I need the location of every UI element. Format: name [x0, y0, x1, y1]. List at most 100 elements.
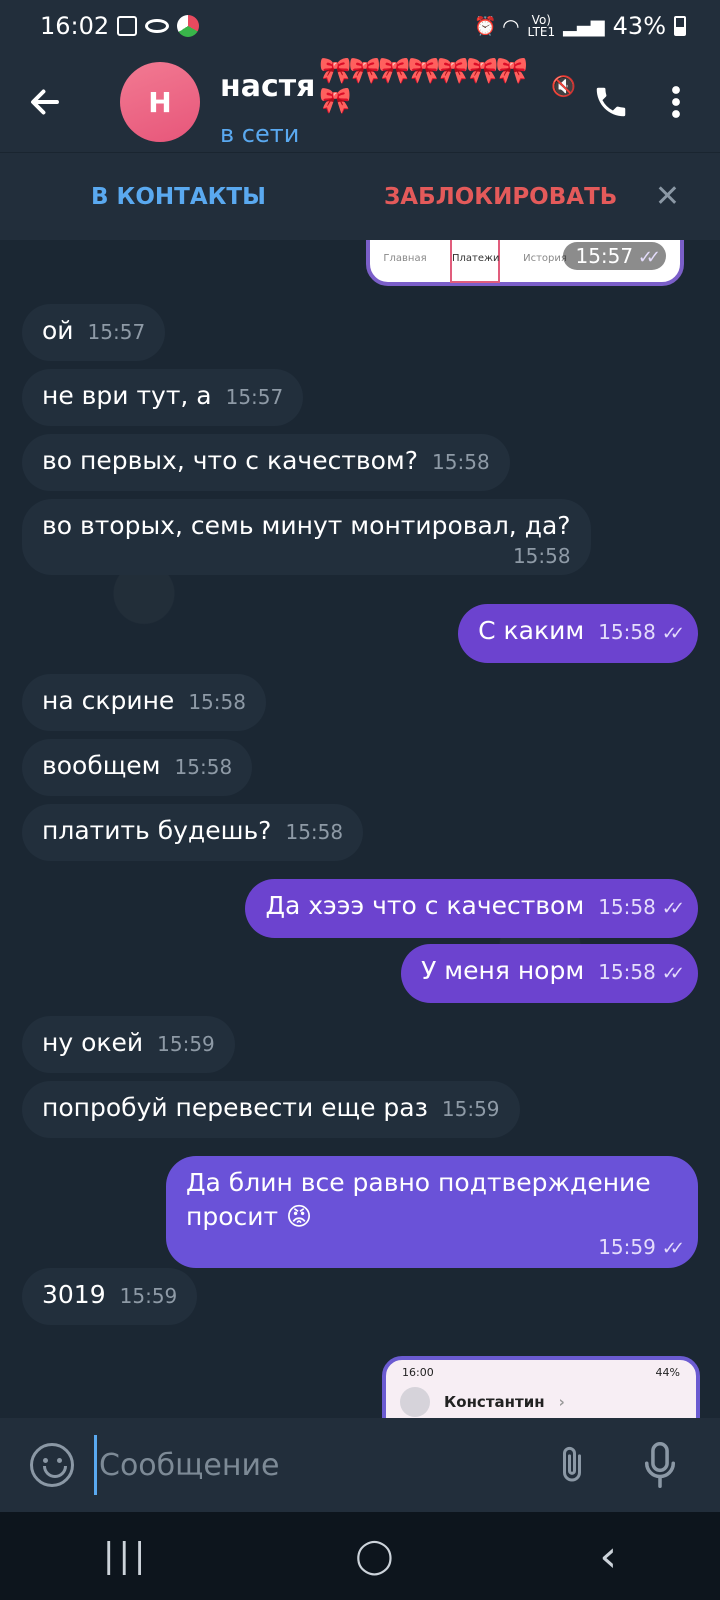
message-bubble[interactable]: ну окей 15:59 — [22, 1016, 235, 1073]
message-bubble[interactable]: платить будешь? 15:58 — [22, 804, 364, 861]
back-button[interactable] — [0, 52, 90, 152]
alarm-icon: ⏰ — [474, 16, 497, 37]
avatar — [400, 1387, 430, 1417]
more-menu-button[interactable] — [646, 67, 706, 137]
signal-icon: ▂▄▆ — [563, 15, 605, 37]
read-ticks-icon: ✓✓ — [661, 963, 685, 984]
time-text: 15:57 — [575, 244, 634, 268]
message-composer — [0, 1418, 720, 1512]
contact-action-bar: В КОНТАКТЫ ЗАБЛОКИРОВАТЬ ✕ — [0, 152, 720, 240]
ring-icon — [145, 19, 170, 33]
message-list[interactable]: Главная Платежи История 15:57 ✓✓ ой 15:57… — [0, 240, 720, 1418]
message-text: платить будешь? — [42, 816, 272, 845]
voice-record-button[interactable] — [638, 1439, 682, 1491]
message-text: 3019 — [42, 1280, 106, 1309]
status-bar: 16:02 ⏰ ◠ Vo) LTE1 ▂▄▆ 43% — [0, 0, 720, 52]
message-bubble[interactable]: на скрине 15:58 — [22, 674, 266, 731]
message-input[interactable] — [94, 1435, 550, 1495]
add-to-contacts-button[interactable]: В КОНТАКТЫ — [91, 184, 266, 210]
chat-title-block[interactable]: настя 🎀🎀🎀🎀🎀🎀🎀🎀 🔇 в сети — [220, 56, 576, 148]
phone-icon — [596, 87, 626, 117]
close-icon[interactable]: ✕ — [655, 179, 680, 214]
message-text: ну окей — [42, 1028, 144, 1057]
recent-apps-button[interactable]: ||| — [103, 1536, 149, 1576]
avatar[interactable]: Н — [120, 62, 200, 142]
message-text: ой — [42, 316, 74, 345]
message-bubble[interactable]: попробуй перевести еще раз 15:59 — [22, 1081, 520, 1138]
screenshot-tab: Главная — [383, 252, 427, 264]
message-time: 15:58 — [598, 960, 656, 984]
battery-icon — [674, 16, 686, 36]
status-time: 16:02 — [40, 12, 110, 40]
message-text: попробуй перевести еще раз — [42, 1093, 428, 1122]
contact-name-text: настя — [220, 68, 316, 104]
name-decoration: 🎀🎀🎀🎀🎀🎀🎀🎀 — [319, 56, 528, 116]
battery-percent: 43% — [612, 12, 666, 40]
screenshot-time: 16:00 — [402, 1366, 434, 1379]
system-navigation-bar: ||| ◯ ‹ — [0, 1512, 720, 1600]
screenshot-tab: Платежи — [450, 240, 500, 283]
message-bubble[interactable]: во первых, что с качеством? 15:58 — [22, 434, 510, 491]
online-status: в сети — [220, 120, 300, 148]
message-text: просит 😡 — [186, 1202, 313, 1231]
message-time: 15:57 — [87, 320, 146, 344]
message-text: Да хэээ что с качеством — [265, 891, 585, 920]
message-bubble[interactable]: 3019 15:59 — [22, 1268, 198, 1325]
image-timestamp: 15:57 ✓✓ — [563, 242, 666, 270]
message-bubble[interactable]: Да хэээ что с качеством 15:58 ✓✓ — [245, 879, 698, 938]
message-time: 15:58 — [432, 450, 490, 474]
message-time: 15:59 — [119, 1284, 178, 1308]
gallery-icon — [117, 16, 138, 36]
message-time: 15:58 — [174, 755, 233, 779]
read-ticks-icon: ✓✓ — [661, 898, 685, 919]
message-bubble[interactable]: не ври тут, а 15:57 — [22, 369, 304, 426]
message-text: С каким — [478, 616, 585, 645]
lte-label: LTE1 — [527, 25, 556, 39]
image-message-top[interactable]: Главная Платежи История 15:57 ✓✓ — [366, 240, 684, 286]
message-bubble[interactable]: У меня норм 15:58 ✓✓ — [401, 944, 698, 1003]
paperclip-icon — [563, 1446, 581, 1482]
message-text: во вторых, семь минут монтировал, да? — [42, 511, 571, 540]
read-ticks-icon: ✓✓ — [661, 623, 685, 644]
message-time: 15:58 — [512, 544, 571, 568]
image-message-bottom[interactable]: 16:00 44% Константин › — [382, 1356, 700, 1418]
chat-header: Н настя 🎀🎀🎀🎀🎀🎀🎀🎀 🔇 в сети — [0, 52, 720, 152]
screenshot-contact-name: Константин — [444, 1393, 545, 1411]
message-time: 15:59 — [157, 1032, 215, 1056]
wifi-icon: ◠ — [502, 14, 520, 38]
contact-name: настя 🎀🎀🎀🎀🎀🎀🎀🎀 🔇 — [220, 56, 576, 116]
message-text: не ври тут, а — [42, 381, 212, 410]
message-time: 15:58 — [188, 690, 246, 714]
message-time: 15:57 — [225, 385, 284, 409]
message-text: Да блин все равно подтверждение — [186, 1168, 651, 1197]
block-user-button[interactable]: ЗАБЛОКИРОВАТЬ — [384, 184, 617, 210]
attach-button[interactable] — [541, 1434, 603, 1496]
screenshot-battery: 44% — [655, 1366, 680, 1379]
microphone-icon — [644, 1442, 676, 1488]
message-bubble[interactable]: С каким 15:58 ✓✓ — [458, 604, 698, 663]
more-vertical-icon — [672, 86, 680, 118]
message-time: 15:58 — [285, 820, 344, 844]
time-text: 15:59 — [598, 1235, 656, 1259]
message-text: У меня норм — [421, 956, 585, 985]
message-bubble[interactable]: во вторых, семь минут монтировал, да? 15… — [22, 499, 591, 575]
back-nav-button[interactable]: ‹ — [599, 1531, 617, 1582]
smile-icon[interactable] — [30, 1443, 74, 1487]
home-button[interactable]: ◯ — [355, 1536, 393, 1576]
screenshot-status-bar: 16:00 44% — [386, 1360, 696, 1385]
message-bubble[interactable]: вообщем 15:58 — [22, 739, 253, 796]
screenshot-contact: Константин › — [386, 1385, 696, 1418]
message-time: 15:58 — [598, 895, 656, 919]
message-text: вообщем — [42, 751, 161, 780]
message-text: во первых, что с качеством? — [42, 446, 419, 475]
app-notification-icon — [177, 15, 200, 37]
chevron-right-icon: › — [558, 1393, 565, 1411]
message-text: на скрине — [42, 686, 175, 715]
message-bubble[interactable]: Да блин все равно подтверждение просит 😡… — [166, 1156, 698, 1268]
message-time: 15:59 ✓✓ — [186, 1234, 685, 1262]
arrow-left-icon — [31, 89, 59, 115]
message-time: 15:59 — [441, 1097, 500, 1121]
read-ticks-icon: ✓✓ — [638, 247, 661, 268]
call-button[interactable] — [576, 67, 646, 137]
message-bubble[interactable]: ой 15:57 — [22, 304, 166, 361]
